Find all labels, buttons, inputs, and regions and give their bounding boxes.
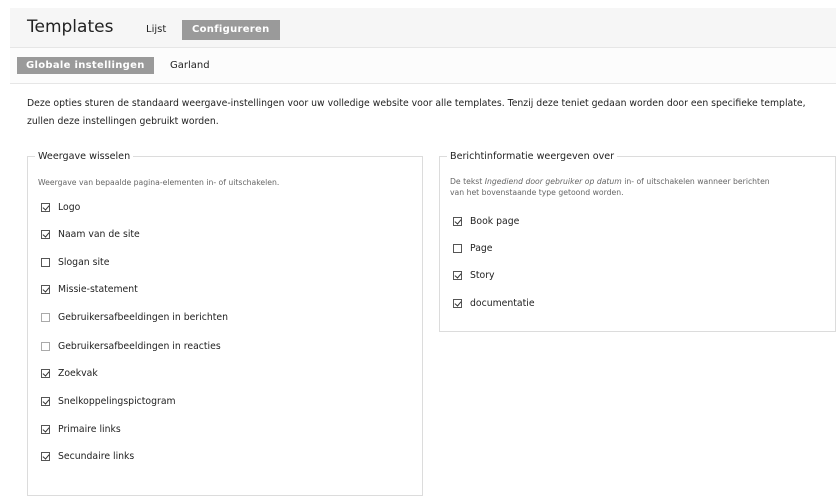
option-label: Missie-statement: [58, 283, 138, 295]
option-secondary-links[interactable]: Secundaire links: [41, 449, 134, 463]
page-header: Templates Lijst Configureren: [10, 8, 836, 48]
tab-lijst[interactable]: Lijst: [138, 20, 174, 40]
checkbox-user-pictures-comments[interactable]: [41, 341, 50, 351]
option-search-box[interactable]: Zoekvak: [41, 366, 98, 380]
option-site-name[interactable]: Naam van de site: [41, 227, 140, 241]
option-label: Story: [470, 269, 495, 281]
post-info-fieldset: Berichtinformatie weergeven over De teks…: [439, 150, 836, 332]
option-documentatie[interactable]: documentatie: [453, 296, 535, 310]
checkbox-mission[interactable]: [41, 284, 50, 294]
checkbox-secondary-links[interactable]: [41, 451, 50, 461]
tab-globale-instellingen[interactable]: Globale instellingen: [17, 57, 154, 74]
option-label: Secundaire links: [58, 450, 135, 462]
checkbox-logo[interactable]: [41, 202, 50, 212]
checkbox-story[interactable]: [453, 270, 462, 280]
secondary-tabs: Globale instellingen Garland: [10, 48, 836, 84]
checkbox-book-page[interactable]: [453, 216, 462, 226]
checkbox-documentatie[interactable]: [453, 298, 462, 308]
description-emphasis: Ingediend door gebruiker op datum: [484, 177, 622, 186]
option-mission[interactable]: Missie-statement: [41, 282, 138, 296]
fieldset-description: De tekst Ingediend door gebruiker op dat…: [450, 176, 780, 198]
option-page[interactable]: Page: [453, 241, 493, 255]
option-user-pictures-posts[interactable]: Gebruikersafbeeldingen in berichten: [41, 310, 228, 324]
option-label: Logo: [58, 201, 81, 213]
fieldset-description: Weergave van bepaalde pagina-elementen i…: [38, 178, 280, 187]
option-user-pictures-comments[interactable]: Gebruikersafbeeldingen in reacties: [41, 339, 221, 353]
checkbox-site-name[interactable]: [41, 229, 50, 239]
checkbox-slogan[interactable]: [41, 257, 50, 267]
option-story[interactable]: Story: [453, 268, 495, 282]
option-label: documentatie: [470, 297, 535, 309]
checkbox-user-pictures-posts[interactable]: [41, 312, 50, 322]
option-label: Page: [470, 242, 493, 254]
option-logo[interactable]: Logo: [41, 200, 80, 214]
page-description: Deze opties sturen de standaard weergave…: [27, 98, 806, 127]
checkbox-page[interactable]: [453, 243, 462, 253]
option-label: Gebruikersafbeeldingen in reacties: [58, 340, 221, 352]
option-label: Slogan site: [58, 256, 110, 268]
checkbox-shortcut-icon[interactable]: [41, 396, 50, 406]
option-slogan[interactable]: Slogan site: [41, 255, 109, 269]
option-shortcut-icon[interactable]: Snelkoppelingspictogram: [41, 394, 176, 408]
option-label: Zoekvak: [58, 367, 98, 379]
page-title: Templates: [27, 17, 114, 37]
option-primary-links[interactable]: Primaire links: [41, 422, 121, 436]
checkbox-primary-links[interactable]: [41, 424, 50, 434]
tab-configureren[interactable]: Configureren: [182, 20, 280, 40]
option-book-page[interactable]: Book page: [453, 214, 519, 228]
tab-garland[interactable]: Garland: [170, 57, 210, 74]
checkbox-search-box[interactable]: [41, 368, 50, 378]
description-prefix: De tekst: [450, 177, 485, 186]
fieldset-legend: Weergave wisselen: [35, 150, 134, 163]
option-label: Naam van de site: [58, 228, 140, 240]
option-label: Snelkoppelingspictogram: [58, 395, 176, 407]
fieldset-legend: Berichtinformatie weergeven over: [447, 150, 618, 163]
option-label: Primaire links: [58, 423, 121, 435]
option-label: Book page: [470, 215, 520, 227]
option-label: Gebruikersafbeeldingen in berichten: [58, 311, 229, 323]
toggle-display-fieldset: Weergave wisselen Weergave van bepaalde …: [27, 150, 423, 496]
